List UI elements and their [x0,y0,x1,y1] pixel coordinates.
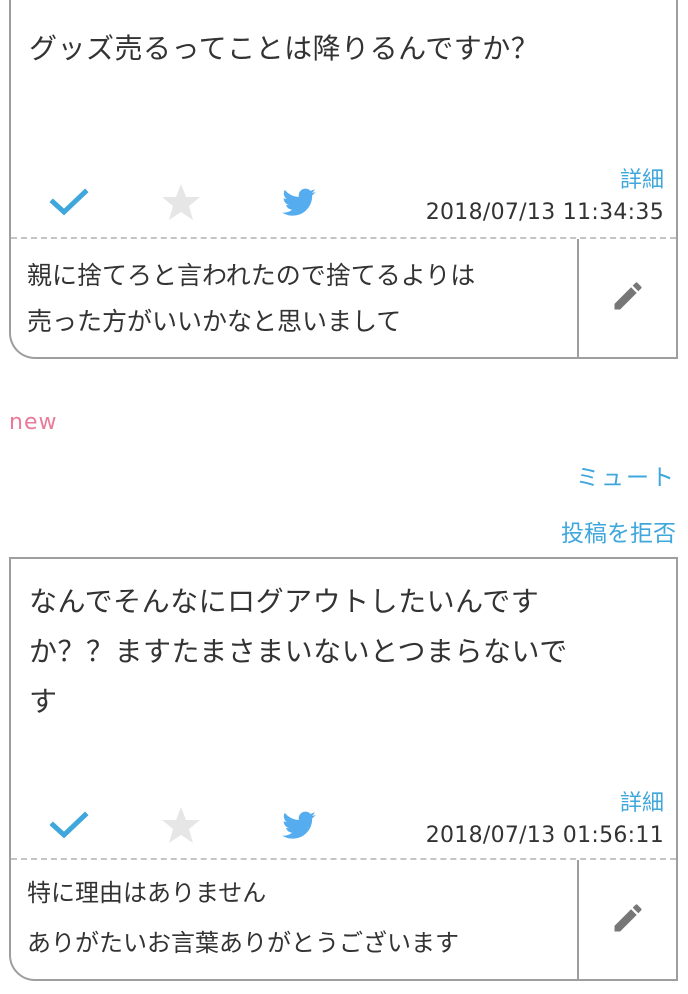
new-label: new [9,410,58,435]
edit-button[interactable] [577,860,676,979]
answer-line: 売った方がいいかなと思いまして [27,307,402,336]
answer-line: ありがたいお言葉ありがとうございます [27,929,459,957]
detail-link[interactable]: 詳細 [620,785,664,817]
check-icon[interactable] [49,182,89,222]
pencil-icon [610,278,646,318]
check-icon[interactable] [49,805,89,845]
question-line: か？？ますたまさまいないとつまらないで [29,635,568,668]
answer-text: 特に理由はありません ありがたいお言葉ありがとうございます [27,868,566,968]
pencil-icon [610,900,646,940]
twitter-bird-icon[interactable] [279,182,319,222]
answer-row: 特に理由はありません ありがたいお言葉ありがとうございます [11,858,676,979]
star-icon[interactable] [161,182,201,222]
star-icon[interactable] [161,805,201,845]
question-line: す [29,685,58,718]
reject-post-link[interactable]: 投稿を拒否 [561,514,676,548]
answer-line: 親に捨てろと言われたので捨てるよりは [27,261,476,290]
answer-text: 親に捨てろと言われたので捨てるよりは 売った方がいいかなと思いまして [27,253,566,345]
post-card-2: なんでそんなにログアウトしたいんです か？？ますたまさまいないとつまらないで す… [9,557,678,981]
answer-line: 特に理由はありません [27,879,267,907]
twitter-bird-icon[interactable] [279,805,319,845]
edit-button[interactable] [577,239,676,357]
answer-row: 親に捨てろと言われたので捨てるよりは 売った方がいいかなと思いまして [11,237,676,357]
detail-link[interactable]: 詳細 [620,162,664,194]
mute-link[interactable]: ミュート [576,458,676,492]
question-line: なんでそんなにログアウトしたいんです [29,585,540,618]
timestamp: 2018/07/13 11:34:35 [425,200,664,225]
question-text: なんでそんなにログアウトしたいんです か？？ますたまさまいないとつまらないで す [29,577,658,727]
timestamp: 2018/07/13 01:56:11 [425,823,664,848]
post-card-1: グッズ売るってことは降りるんですか？ 詳細 2018/07/13 11:34:3… [9,0,678,359]
question-text: グッズ売るってことは降りるんですか？ [29,32,540,65]
